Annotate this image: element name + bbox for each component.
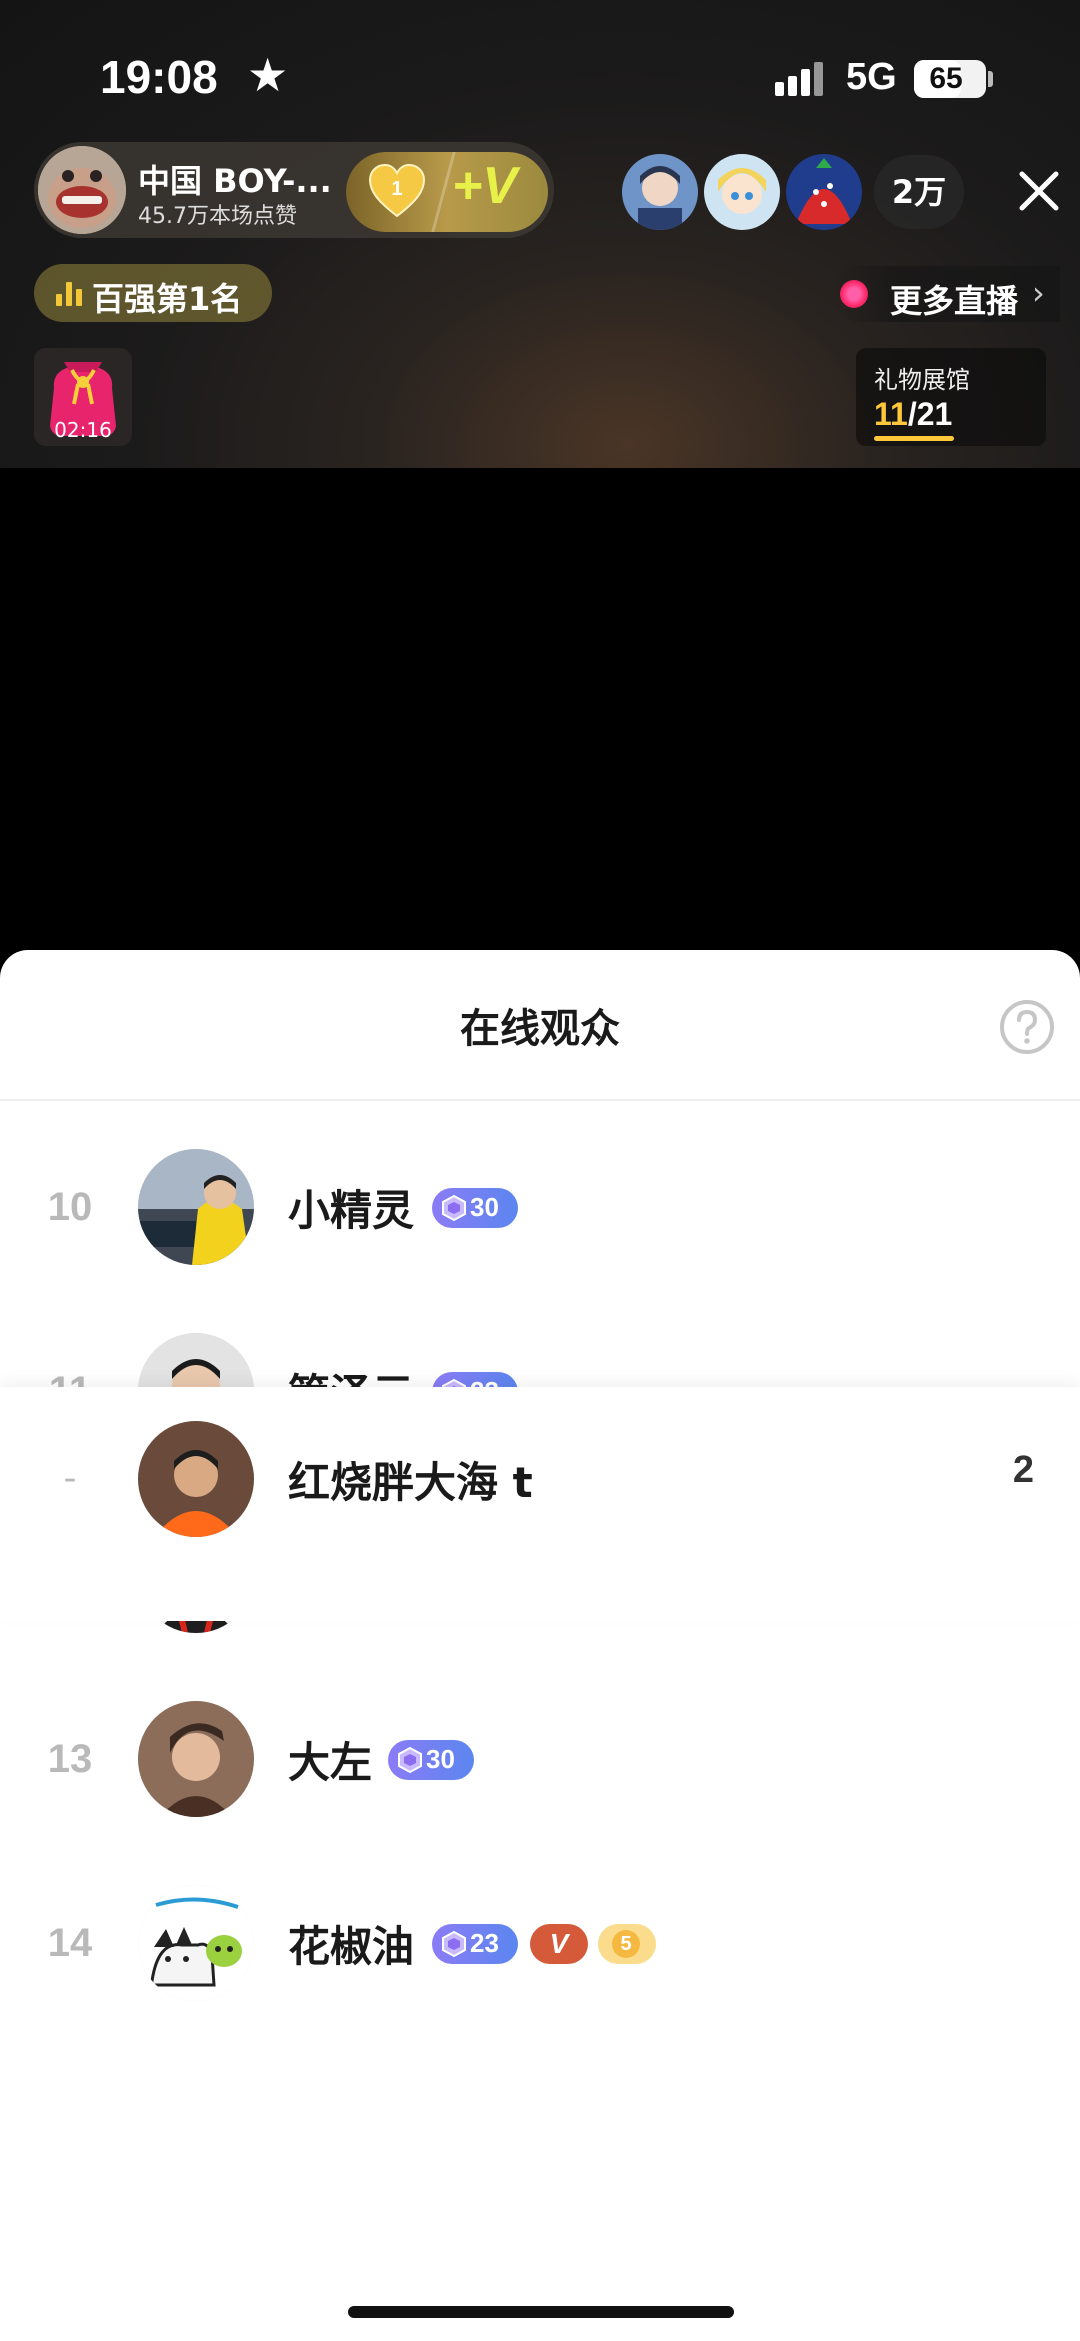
- my-avatar[interactable]: [138, 1421, 254, 1537]
- host-name: 中国 BOY-...: [138, 162, 332, 200]
- help-icon[interactable]: [998, 998, 1056, 1056]
- my-rank: -: [63, 1458, 77, 1499]
- gift-hall-progress-text: 11/21: [874, 396, 952, 433]
- signal-icon: [775, 60, 831, 96]
- battery-tip: [988, 71, 993, 87]
- audience-name: 花椒油: [288, 1922, 415, 1971]
- close-icon[interactable]: [1016, 168, 1062, 214]
- audience-row[interactable]: 10 小精灵 30: [0, 1115, 1080, 1299]
- level-number: 23: [470, 1928, 499, 1958]
- audience-avatar[interactable]: [138, 1885, 254, 2001]
- gift-hall-label: 礼物展馆: [874, 366, 970, 394]
- audience-name: 小精灵: [288, 1186, 415, 1235]
- svg-text:1: 1: [391, 178, 402, 200]
- battery-level: 65: [929, 62, 963, 95]
- level-badge: 30: [432, 1188, 518, 1228]
- gem-icon: [442, 1194, 466, 1222]
- heart-badge-icon: 1: [368, 163, 426, 218]
- network-type: 5G: [846, 56, 897, 98]
- my-name: 红烧胖大海 t: [288, 1458, 533, 1507]
- more-live-label: 更多直播: [890, 282, 1019, 320]
- my-score: 2: [1012, 1449, 1034, 1491]
- rank-badge-label: 百强第1名: [92, 280, 243, 318]
- gift-hall-card[interactable]: 礼物展馆 11/21: [856, 348, 1046, 446]
- coin-icon: 5: [612, 1930, 640, 1958]
- bar-chart-icon: [56, 280, 82, 306]
- sheet-divider: [0, 1099, 1080, 1101]
- level-badge: 23: [432, 1924, 518, 1964]
- viewer-count-button[interactable]: 2万: [874, 155, 964, 229]
- level-badge: 30: [388, 1740, 474, 1780]
- live-room-header: 19:08 ★ 5G 65 中国 BOY-... 45.7万本场点赞 1 +V …: [0, 0, 1080, 468]
- live-dot-icon: [840, 280, 868, 308]
- gift-hall-progress-bar: [874, 436, 954, 441]
- home-indicator[interactable]: [348, 2306, 734, 2318]
- host-likes: 45.7万本场点赞: [138, 204, 297, 229]
- audience-rank: 10: [47, 1185, 93, 1229]
- fan-club-button[interactable]: 1 +V: [346, 152, 548, 232]
- online-audience-sheet: 在线观众 10 小精灵 30 11 管泽元 23 12: [0, 950, 1080, 2341]
- top-viewer-avatar-3[interactable]: [786, 154, 862, 230]
- audience-row[interactable]: 14 花椒油 23 V 5: [0, 1851, 1080, 2035]
- audience-avatar[interactable]: [138, 1701, 254, 1817]
- audience-avatar[interactable]: [138, 1149, 254, 1265]
- top-viewer-avatar-1[interactable]: [622, 154, 698, 230]
- gift-hall-total: /21: [907, 396, 953, 432]
- battery-icon: 65: [914, 60, 986, 98]
- vip-badge: V: [530, 1924, 588, 1964]
- hourly-rank-badge[interactable]: 百强第1名: [34, 264, 272, 322]
- status-time: 19:08: [100, 51, 218, 103]
- lucky-bag-timer: 02:16: [54, 418, 112, 442]
- host-avatar[interactable]: [38, 146, 126, 234]
- gem-icon: [442, 1930, 466, 1958]
- audience-row[interactable]: 13 大左 30: [0, 1667, 1080, 1851]
- level-number: 30: [470, 1192, 499, 1222]
- gem-icon: [398, 1746, 422, 1774]
- gift-hall-current: 11: [874, 396, 908, 432]
- fan-badge-plus-v: +V: [452, 157, 518, 215]
- my-audience-row[interactable]: - 红烧胖大海 t 2: [0, 1387, 1080, 1621]
- audience-rank: 13: [47, 1737, 93, 1781]
- sheet-title: 在线观众: [460, 1006, 620, 1052]
- star-icon: ★: [247, 48, 289, 102]
- audience-rank: 14: [47, 1921, 93, 1965]
- top-viewer-avatar-2[interactable]: [704, 154, 780, 230]
- audience-name: 大左: [288, 1738, 373, 1787]
- coin-badge: 5: [598, 1924, 656, 1964]
- chevron-right-icon: ›: [1032, 274, 1045, 312]
- level-number: 30: [426, 1744, 455, 1774]
- lucky-bag-button[interactable]: 02:16: [34, 348, 132, 446]
- more-live-button[interactable]: 更多直播 ›: [832, 266, 1060, 322]
